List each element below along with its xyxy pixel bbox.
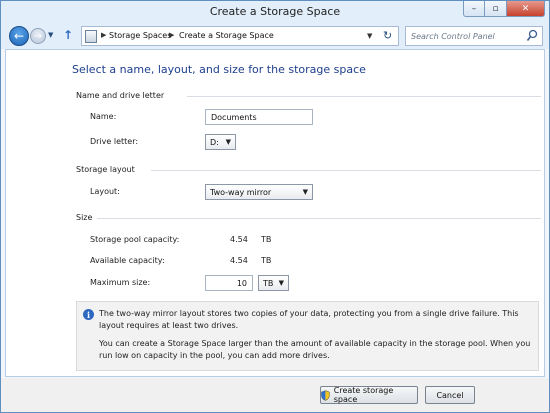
forward-button[interactable]: → [30,28,46,44]
available-capacity-value: 4.54 [230,256,248,265]
address-dropdown-icon[interactable]: ▼ [367,32,372,40]
info-icon: i [83,309,94,320]
up-button[interactable]: ↑ [63,28,73,42]
info-text-layout: The two-way mirror layout stores two cop… [99,309,519,330]
drive-letter-select[interactable]: D: ▼ [205,134,236,150]
drive-letter-value: D: [210,138,219,147]
maximum-size-field[interactable]: 10 [205,275,253,291]
breadcrumb-create-storage-space[interactable]: Create a Storage Space [179,31,274,40]
window-controls: – ▫ ✕ [463,1,545,17]
pool-capacity-label: Storage pool capacity: [90,235,180,244]
shield-icon [321,389,330,401]
layout-value: Two-way mirror [210,188,272,197]
layout-section-heading: Storage layout [76,165,135,174]
chevron-down-icon: ▼ [302,188,308,196]
create-storage-space-button[interactable]: Create storage space [320,386,418,404]
search-icon[interactable] [526,29,538,43]
address-bar[interactable]: ▶ Storage Spaces ▶ Create a Storage Spac… [81,26,399,46]
pool-capacity-unit: TB [261,235,272,244]
section-divider [151,170,541,171]
size-unit-value: TB [263,279,274,288]
cancel-label: Cancel [436,390,464,400]
info-panel: i The two-way mirror layout stores two c… [76,301,539,371]
recent-pages-button[interactable]: ▼ [48,31,53,39]
chevron-down-icon: ▼ [225,138,231,146]
size-section-heading: Size [76,213,93,222]
navigation-bar: ← → ▼ ↑ ▶ Storage Spaces ▶ Create a Stor… [1,23,549,49]
search-input[interactable]: Search Control Panel [405,26,543,46]
layout-select[interactable]: Two-way mirror ▼ [205,184,313,200]
size-unit-select[interactable]: TB ▼ [258,275,289,291]
name-field-value: Documents [211,113,257,122]
refresh-icon[interactable]: ↻ [383,29,392,42]
name-field[interactable]: Documents [205,109,313,125]
chevron-down-icon: ▼ [278,279,284,287]
drive-letter-label: Drive letter: [90,137,139,146]
control-panel-icon [85,30,97,43]
breadcrumb-separator[interactable]: ▶ [169,31,174,39]
title-bar: Create a Storage Space – ▫ ✕ [1,1,549,23]
name-section-heading: Name and drive letter [76,91,165,100]
create-storage-space-label: Create storage space [333,386,394,404]
breadcrumb-storage-spaces[interactable]: Storage Spaces [109,31,171,40]
maximize-button[interactable]: ▫ [485,1,507,17]
page-title: Select a name, layout, and size for the … [72,63,366,76]
window: Create a Storage Space – ▫ ✕ ← → ▼ ↑ ▶ S… [0,0,550,413]
available-capacity-unit: TB [261,256,272,265]
maximum-size-label: Maximum size: [90,278,151,287]
search-placeholder: Search Control Panel [411,32,495,41]
minimize-button[interactable]: – [463,1,485,17]
available-capacity-label: Available capacity: [90,256,165,265]
back-button[interactable]: ← [9,26,29,46]
name-label: Name: [90,112,117,121]
section-divider [187,96,541,97]
section-divider [97,218,541,219]
close-button[interactable]: ✕ [507,1,545,17]
cancel-button[interactable]: Cancel [425,386,475,404]
info-text-capacity: You can create a Storage Space larger th… [99,339,531,360]
layout-label: Layout: [90,187,120,196]
pool-capacity-value: 4.54 [230,235,248,244]
maximum-size-value: 10 [236,279,247,288]
footer-bar: Create storage space Cancel [1,378,549,412]
breadcrumb-separator[interactable]: ▶ [101,31,106,39]
